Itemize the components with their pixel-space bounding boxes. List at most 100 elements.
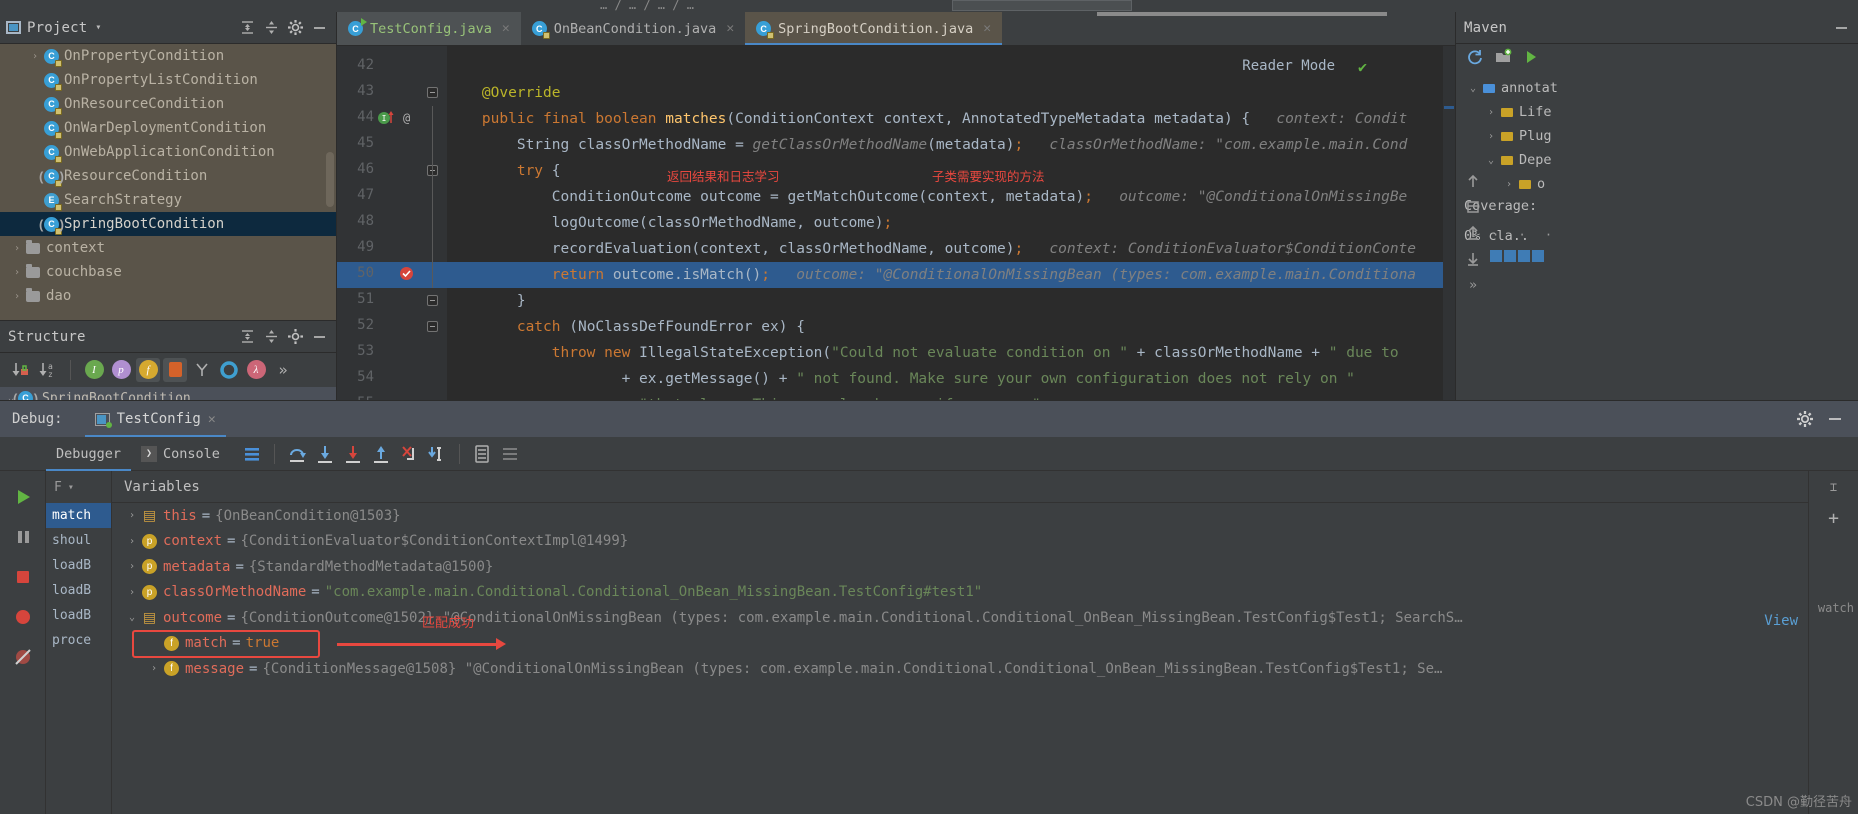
bookmark-icon[interactable] xyxy=(1460,194,1486,220)
debug-session-tab[interactable]: TestConfig ✕ xyxy=(84,401,226,437)
editor-hscrollbar-thumb[interactable] xyxy=(1097,12,1387,16)
frames-panel[interactable]: F ▾ match shoul loadB loadB loadB proce xyxy=(46,471,112,814)
chevron-right-icon[interactable]: › xyxy=(122,536,142,547)
pause-icon[interactable] xyxy=(0,517,46,557)
show-inherited-icon[interactable]: I xyxy=(82,358,106,382)
variable-row[interactable]: › p classOrMethodName = "com.example.main.Co… xyxy=(112,580,1858,606)
project-tree-item[interactable]: › couchbase xyxy=(0,260,336,284)
show-properties-icon[interactable]: p xyxy=(109,358,133,382)
project-tree-item[interactable]: C OnWebApplicationCondition xyxy=(0,140,336,164)
expand-all-icon[interactable] xyxy=(236,17,258,39)
stop-icon[interactable] xyxy=(0,557,46,597)
show-lambdas-icon[interactable]: λ xyxy=(244,358,268,382)
chevron-right-icon[interactable]: › xyxy=(26,51,44,62)
close-icon[interactable]: ✕ xyxy=(502,21,510,36)
project-tree-item[interactable]: CResourceCondition xyxy=(0,164,336,188)
expand-all-icon[interactable] xyxy=(236,326,258,348)
chevron-down-icon[interactable]: ▾ xyxy=(95,22,101,33)
project-tree-item[interactable]: C OnResourceCondition xyxy=(0,92,336,116)
chevron-right-icon[interactable]: › xyxy=(1482,131,1500,142)
frame-dropdown-icon[interactable]: ▾ xyxy=(68,482,74,493)
step-over-icon[interactable] xyxy=(283,440,311,468)
frame-row[interactable]: loadB xyxy=(46,603,111,628)
show-fields-icon[interactable]: f xyxy=(136,357,160,382)
project-tree-item[interactable]: › dao xyxy=(0,284,336,308)
project-tree-item[interactable]: C OnPropertyListCondition xyxy=(0,68,336,92)
code-editor[interactable]: 4243444546474849505152535455I@ @Override… xyxy=(337,46,1455,408)
import-icon[interactable] xyxy=(1460,246,1486,272)
frame-row[interactable]: shoul xyxy=(46,528,111,553)
step-out-icon[interactable] xyxy=(367,440,395,468)
refresh-icon[interactable] xyxy=(1466,48,1484,70)
chevron-down-icon[interactable]: ⌄ xyxy=(1464,83,1482,94)
drop-frame-icon[interactable] xyxy=(395,440,423,468)
maven-tree-item[interactable]: › Life xyxy=(1456,100,1858,124)
variable-row[interactable]: › p metadata = {StandardMethodMetadata@1500} xyxy=(112,554,1858,580)
variables-list[interactable]: › ▤ this = {OnBeanCondition@1503} › p context ={… xyxy=(112,503,1858,682)
frame-filter-icon[interactable]: F xyxy=(54,480,62,495)
minimize-icon[interactable] xyxy=(1830,17,1852,39)
sort-by-visibility-icon[interactable] xyxy=(8,358,32,382)
chevron-right-icon[interactable]: › xyxy=(8,291,26,302)
add-maven-project-icon[interactable] xyxy=(1494,48,1512,70)
group-by-icon[interactable] xyxy=(190,358,214,382)
code-text[interactable]: @Override public final boolean matches(C… xyxy=(447,46,1455,408)
frame-row[interactable]: loadB xyxy=(46,578,111,603)
settings-icon[interactable] xyxy=(496,440,524,468)
chevron-right-icon[interactable]: › xyxy=(8,267,26,278)
project-tree-item[interactable]: C OnWarDeploymentCondition xyxy=(0,116,336,140)
close-icon[interactable]: ✕ xyxy=(726,21,734,36)
chevron-right-icon[interactable]: › xyxy=(144,663,164,674)
editor-tab[interactable]: C SpringBootCondition.java ✕ xyxy=(745,12,1003,45)
project-tree-item[interactable]: CSpringBootCondition xyxy=(0,212,336,236)
more-icon[interactable]: » xyxy=(271,358,295,382)
variable-row[interactable]: › f message = {ConditionMessage@1508} "@Cond… xyxy=(112,656,1858,682)
gear-icon[interactable] xyxy=(284,17,306,39)
maven-tree-item[interactable]: ⌄ Depe xyxy=(1456,148,1858,172)
project-tree-item[interactable]: › context xyxy=(0,236,336,260)
mute-breakpoints-icon[interactable] xyxy=(0,637,46,677)
chevron-right-icon[interactable]: › xyxy=(122,587,142,598)
maven-tree-item[interactable]: › Plug xyxy=(1456,124,1858,148)
inspection-ok-icon[interactable]: ✔ xyxy=(1358,58,1367,76)
gear-icon[interactable] xyxy=(1796,410,1814,432)
tab-debugger[interactable]: Debugger xyxy=(46,437,132,471)
sort-alphabetically-icon[interactable]: a z xyxy=(35,358,59,382)
chevron-down-icon[interactable]: ⌄ xyxy=(122,612,142,623)
step-into-icon[interactable] xyxy=(311,440,339,468)
editor-gutter[interactable]: 4243444546474849505152535455I@ xyxy=(337,46,447,408)
collapse-all-icon[interactable] xyxy=(260,326,282,348)
evaluate-expression-icon[interactable] xyxy=(468,440,496,468)
chevron-right-icon[interactable]: › xyxy=(8,243,26,254)
chevron-down-icon[interactable]: ⌄ xyxy=(1482,155,1500,166)
move-up-icon[interactable] xyxy=(1460,168,1486,194)
chevron-right-icon[interactable]: › xyxy=(1482,107,1500,118)
chevron-right-icon[interactable]: › xyxy=(122,561,142,572)
force-step-into-icon[interactable] xyxy=(339,440,367,468)
frame-row[interactable]: loadB xyxy=(46,553,111,578)
variable-row[interactable]: › ▤ this = {OnBeanCondition@1503} xyxy=(112,503,1858,529)
show-non-public-icon[interactable] xyxy=(163,357,187,382)
chevron-right-icon[interactable]: › xyxy=(1500,179,1518,190)
maven-tree-item[interactable]: › o xyxy=(1456,172,1858,196)
run-to-cursor-icon[interactable] xyxy=(423,440,451,468)
tab-console[interactable]: ❯ Console xyxy=(131,437,230,471)
fold-marker[interactable] xyxy=(427,87,438,98)
frame-row[interactable]: proce xyxy=(46,628,111,653)
show-execution-point-icon[interactable] xyxy=(238,440,266,468)
project-scrollbar-thumb[interactable] xyxy=(326,152,334,207)
project-tree-item[interactable]: E SearchStrategy xyxy=(0,188,336,212)
override-gutter-icon[interactable]: I @ xyxy=(377,110,411,129)
marker-strip[interactable] xyxy=(1443,46,1455,408)
export-icon[interactable] xyxy=(1460,220,1486,246)
gear-icon[interactable] xyxy=(284,326,306,348)
collapse-all-icon[interactable] xyxy=(260,17,282,39)
breakpoint-icon[interactable] xyxy=(399,266,414,284)
close-icon[interactable]: ✕ xyxy=(983,21,991,36)
run-maven-goal-icon[interactable] xyxy=(1522,48,1540,70)
add-watch-button[interactable]: + xyxy=(1809,503,1858,533)
maven-tree[interactable]: ⌄ annotat › Life › Plug ⌄ Depe › o xyxy=(1456,76,1858,196)
frame-row[interactable]: match xyxy=(46,503,111,528)
editor-tab[interactable]: C OnBeanCondition.java ✕ xyxy=(520,12,746,45)
chevron-right-icon[interactable]: › xyxy=(122,510,142,521)
